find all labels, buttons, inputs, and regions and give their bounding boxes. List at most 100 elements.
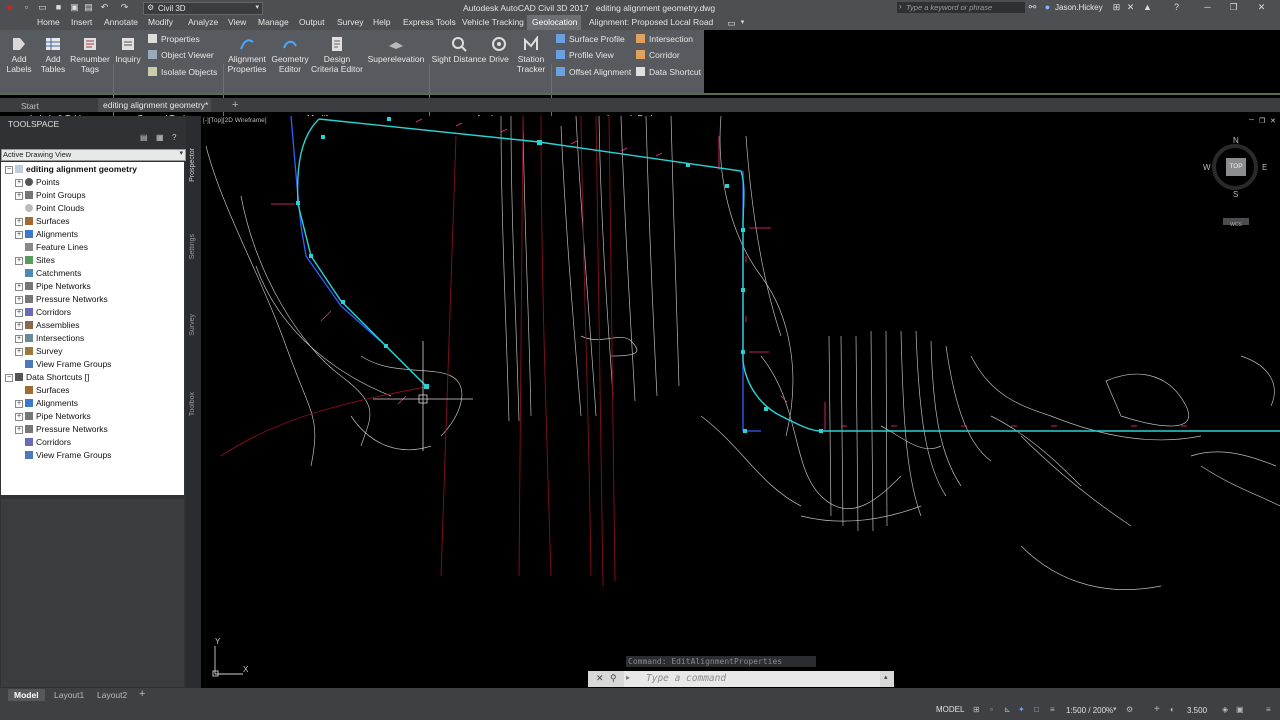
expand-toggle[interactable]: + xyxy=(15,348,23,356)
tab-insert[interactable]: Insert xyxy=(71,17,92,27)
save-icon[interactable]: ■ xyxy=(54,2,63,12)
expand-toggle[interactable]: + xyxy=(15,192,23,200)
tab-express-tools[interactable]: Express Tools xyxy=(403,17,456,27)
toolspace-options-icon[interactable]: ▤ xyxy=(140,133,148,142)
tab-manage[interactable]: Manage xyxy=(258,17,289,27)
ribbon-toggle-icon[interactable]: ▭ xyxy=(727,18,736,28)
lineweight-icon[interactable]: ≡ xyxy=(1050,705,1055,714)
viewport-controls-label[interactable]: [-][Top][2D Wireframe] xyxy=(203,117,267,124)
expand-toggle[interactable]: + xyxy=(15,400,23,408)
redo-icon[interactable]: ↷ xyxy=(120,2,129,12)
app-logo-icon[interactable]: ◆ xyxy=(5,2,14,12)
expand-toggle[interactable]: + xyxy=(15,413,23,421)
elevation-value[interactable]: 3.500 xyxy=(1187,706,1207,715)
drawing-canvas[interactable] xyxy=(201,116,1280,688)
collapse-toggle[interactable]: − xyxy=(5,166,13,174)
tree-item-ds-surfaces[interactable]: Surfaces xyxy=(25,385,70,396)
user-icon[interactable]: ● xyxy=(1043,2,1052,12)
side-tab-survey[interactable]: Survey xyxy=(189,314,196,336)
customize-icon[interactable]: ≡ xyxy=(1266,705,1271,714)
chevron-down-icon[interactable]: ▾ xyxy=(738,18,747,28)
chevron-down-icon[interactable]: ▾ xyxy=(1113,705,1117,713)
command-history-toggle-icon[interactable]: ▴ xyxy=(884,673,888,681)
command-customize-icon[interactable]: ⚲ xyxy=(610,673,617,684)
tab-layout2[interactable]: Layout2 xyxy=(97,690,127,700)
superelevation-button[interactable]: Superelevation xyxy=(366,36,426,64)
tab-annotate[interactable]: Annotate xyxy=(104,17,138,27)
tree-item-ds-pressure-networks[interactable]: Pressure Networks xyxy=(25,424,108,435)
tab-geolocation[interactable]: Geolocation xyxy=(527,15,581,30)
tree-item-corridors[interactable]: Corridors xyxy=(25,307,71,318)
model-space-toggle[interactable]: MODEL xyxy=(936,704,969,716)
minimize-icon[interactable]: ─ xyxy=(1203,2,1212,12)
user-name[interactable]: Jason.Hickey xyxy=(1055,3,1103,12)
add-layout-icon[interactable]: + xyxy=(139,688,145,700)
restore-icon[interactable]: ❐ xyxy=(1229,2,1238,12)
tree-item-alignments[interactable]: Alignments xyxy=(25,229,78,240)
viewport-minimize-icon[interactable]: ─ xyxy=(1249,117,1254,124)
search-box[interactable]: › Type a keyword or phrase xyxy=(897,2,1025,13)
tree-item-surfaces[interactable]: Surfaces xyxy=(25,216,70,227)
corridor-button[interactable]: Corridor xyxy=(636,49,680,61)
drawing-viewport[interactable]: [-][Top][2D Wireframe] X Y ─ ❐ ✕ TOP N S… xyxy=(201,116,1280,688)
alignment-properties-button[interactable]: Alignment Properties xyxy=(225,36,269,74)
tab-start[interactable]: Start xyxy=(21,100,39,112)
exchange-icon[interactable]: ✕ xyxy=(1126,2,1135,12)
tab-home[interactable]: Home xyxy=(37,17,60,27)
station-tracker-button[interactable]: Station Tracker xyxy=(514,36,548,74)
viewport-restore-icon[interactable]: ❐ xyxy=(1259,117,1265,125)
offset-alignment-button[interactable]: Offset Alignment xyxy=(556,66,631,78)
undo-icon[interactable]: ↶ xyxy=(100,2,109,12)
expand-toggle[interactable]: + xyxy=(15,218,23,226)
hardware-acceleration-icon[interactable]: ◐ xyxy=(1170,705,1175,714)
isolate-objects-button[interactable]: Isolate Objects xyxy=(148,66,217,78)
workspace-dropdown[interactable]: ⚙ Civil 3D ▾ xyxy=(143,2,263,15)
isolate-icon[interactable]: ◈ xyxy=(1222,705,1228,714)
polar-icon[interactable]: ✦ xyxy=(1018,705,1025,714)
tree-item-pipe-networks[interactable]: Pipe Networks xyxy=(25,281,91,292)
tab-layout1[interactable]: Layout1 xyxy=(54,690,84,700)
new-tab-icon[interactable]: + xyxy=(232,99,238,111)
command-close-icon[interactable]: ✕ xyxy=(596,673,604,684)
save-as-icon[interactable]: ▣ xyxy=(70,2,79,12)
expand-toggle[interactable]: + xyxy=(15,335,23,343)
expand-toggle[interactable]: + xyxy=(15,283,23,291)
sight-distance-button[interactable]: Sight Distance xyxy=(431,36,487,64)
side-tab-toolbox[interactable]: Toolbox xyxy=(189,392,196,416)
gear-icon[interactable]: ⚙ xyxy=(1126,705,1133,714)
tab-modify[interactable]: Modify xyxy=(148,17,173,27)
expand-toggle[interactable]: + xyxy=(15,231,23,239)
tab-contextual-alignment[interactable]: Alignment: Proposed Local Road xyxy=(589,17,713,27)
tab-vehicle-tracking[interactable]: Vehicle Tracking xyxy=(462,17,524,27)
tree-item-pressure-networks[interactable]: Pressure Networks xyxy=(25,294,108,305)
ortho-icon[interactable]: ⊾ xyxy=(1004,705,1011,714)
design-criteria-editor-button[interactable]: Design Criteria Editor xyxy=(311,36,363,74)
tab-survey[interactable]: Survey xyxy=(337,17,363,27)
tab-output[interactable]: Output xyxy=(299,17,325,27)
clean-screen-icon[interactable]: ▣ xyxy=(1236,705,1244,714)
expand-toggle[interactable]: + xyxy=(15,426,23,434)
viewcube-top-face[interactable]: TOP xyxy=(1226,158,1246,176)
tree-item-catchments[interactable]: Catchments xyxy=(25,268,81,279)
surface-profile-button[interactable]: Surface Profile xyxy=(556,33,625,45)
tree-root-drawing[interactable]: editing alignment geometry xyxy=(15,164,137,175)
tree-item-ds-view-frame-groups[interactable]: View Frame Groups xyxy=(25,450,111,461)
side-tab-settings[interactable]: Settings xyxy=(189,234,196,259)
compass-south[interactable]: S xyxy=(1233,190,1238,199)
tab-analyze[interactable]: Analyze xyxy=(188,17,218,27)
print-icon[interactable]: ▤ xyxy=(84,2,93,12)
compass-east[interactable]: E xyxy=(1262,163,1267,172)
tree-item-intersections[interactable]: Intersections xyxy=(25,333,84,344)
osnap-icon[interactable]: □ xyxy=(1034,705,1039,714)
command-input[interactable]: ▸ Type a command xyxy=(624,671,880,687)
tree-item-sites[interactable]: Sites xyxy=(25,255,55,266)
grid-icon[interactable]: ⊞ xyxy=(973,705,980,714)
tab-model[interactable]: Model xyxy=(8,689,45,701)
tree-item-point-clouds[interactable]: Point Clouds xyxy=(25,203,84,214)
annotation-scale[interactable]: 1:500 / 200% xyxy=(1066,706,1113,715)
tree-item-assemblies[interactable]: Assemblies xyxy=(25,320,79,331)
tab-active-drawing[interactable]: editing alignment geometry* xyxy=(98,98,211,112)
binoculars-icon[interactable]: ⚯ xyxy=(1028,2,1037,12)
tree-item-survey[interactable]: Survey xyxy=(25,346,62,357)
add-labels-button[interactable]: Add Labels xyxy=(4,36,34,74)
